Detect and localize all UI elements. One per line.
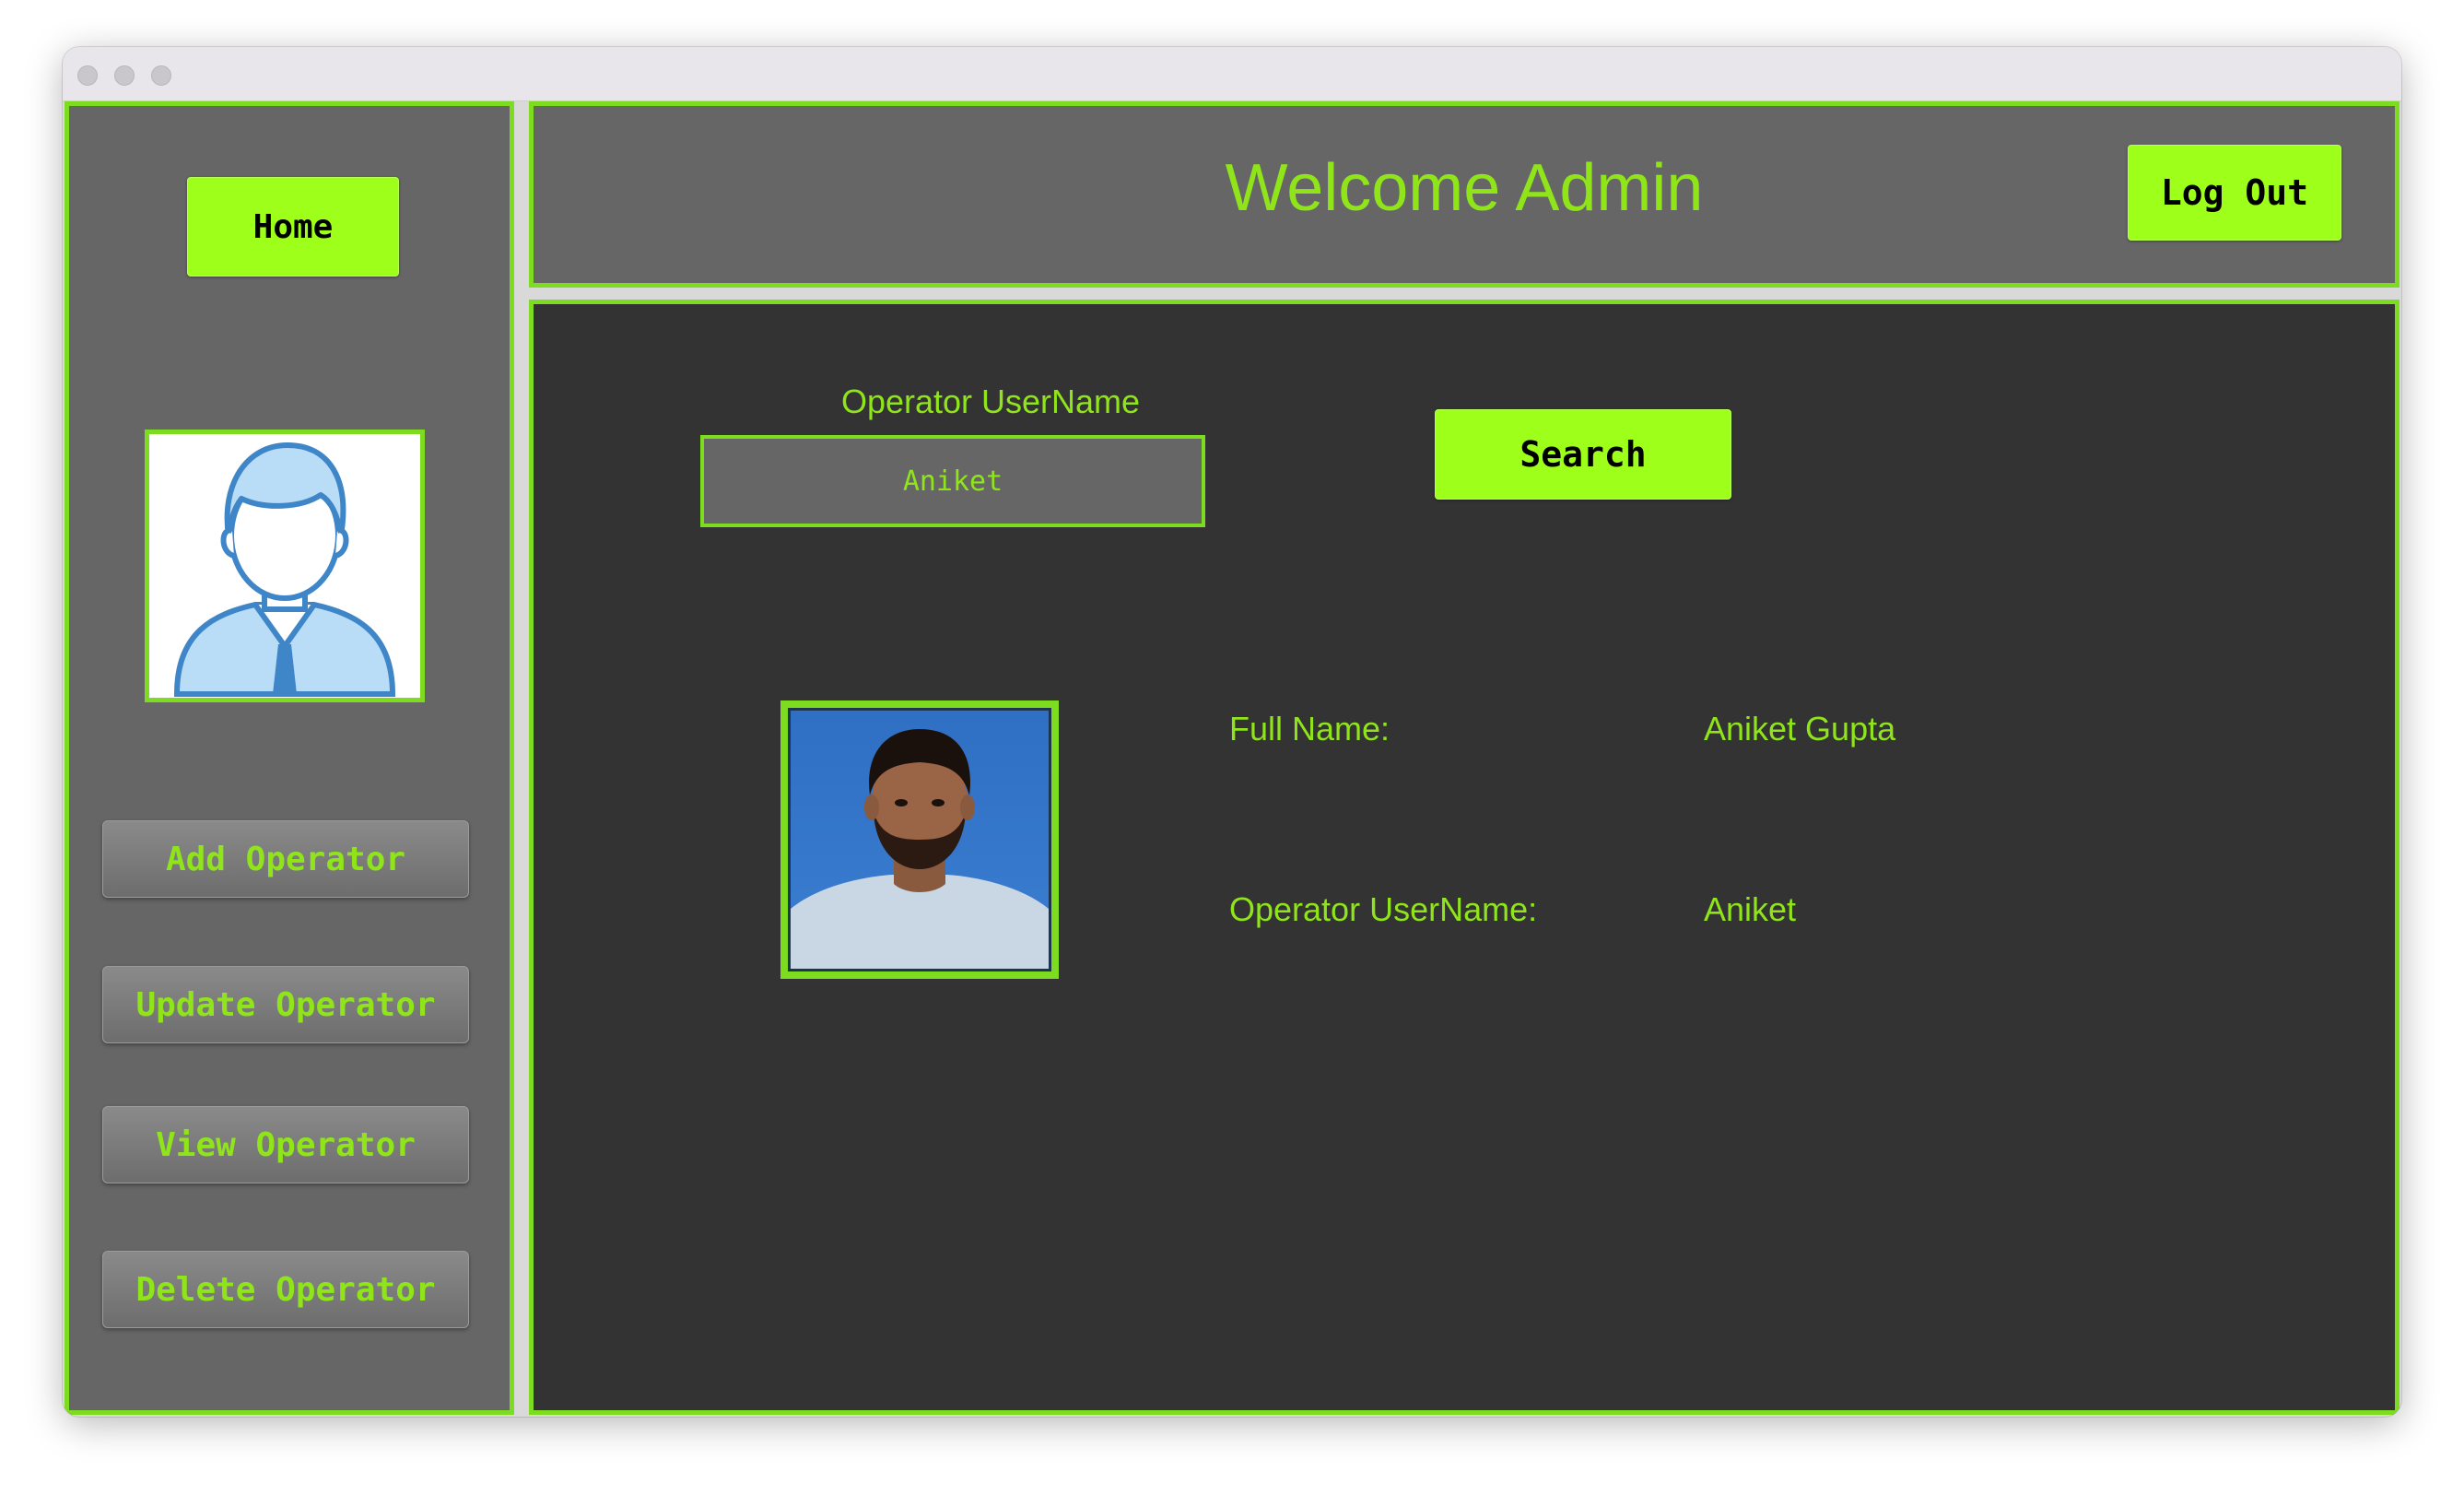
operator-photo (780, 700, 1059, 979)
delete-operator-button[interactable]: Delete Operator (102, 1251, 469, 1328)
admin-avatar (145, 430, 425, 702)
full-name-label: Full Name: (1229, 710, 1390, 748)
add-operator-button[interactable]: Add Operator (102, 820, 469, 898)
operator-username-value: Aniket (1704, 890, 1797, 928)
update-operator-button[interactable]: Update Operator (102, 966, 469, 1043)
close-window-button[interactable] (77, 65, 98, 86)
log-out-button[interactable]: Log Out (2128, 145, 2341, 241)
sidebar: Home Add Operator Update Operator View O… (65, 101, 514, 1415)
search-button[interactable]: Search (1435, 409, 1731, 500)
operator-username-result-label: Operator UserName: (1229, 890, 1538, 928)
home-button[interactable]: Home (187, 177, 399, 277)
main-content: Operator UserName Search (529, 300, 2399, 1415)
operator-photo-image (788, 708, 1051, 971)
full-name-value: Aniket Gupta (1704, 710, 1896, 748)
minimize-window-button[interactable] (114, 65, 135, 86)
page-title: Welcome Admin (1225, 151, 1704, 225)
maximize-window-button[interactable] (151, 65, 171, 86)
header: Welcome Admin Log Out (529, 101, 2399, 288)
operator-username-label: Operator UserName (840, 383, 1141, 420)
title-bar (63, 47, 2401, 101)
user-avatar-icon (173, 442, 396, 697)
app-window: Home Add Operator Update Operator View O… (63, 47, 2401, 1417)
view-operator-button[interactable]: View Operator (102, 1106, 469, 1183)
operator-username-input[interactable] (700, 435, 1205, 527)
